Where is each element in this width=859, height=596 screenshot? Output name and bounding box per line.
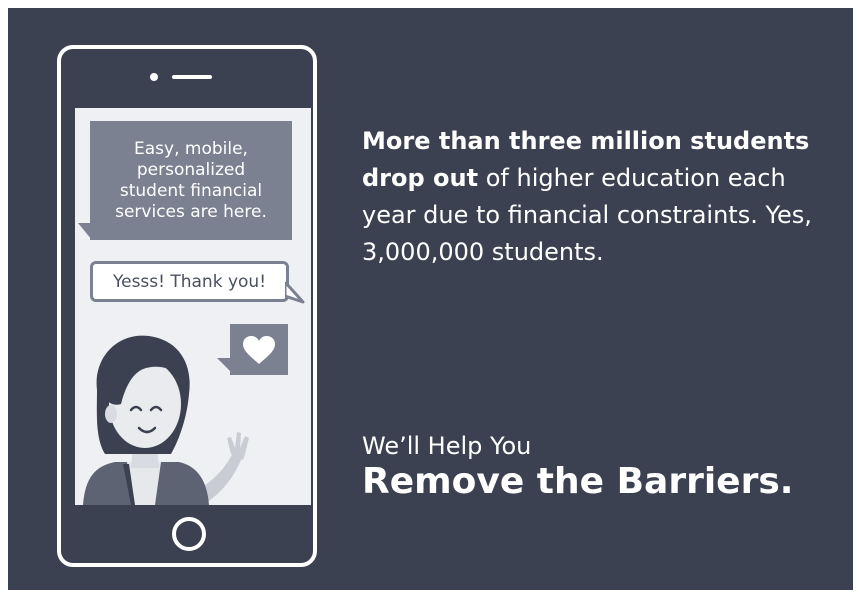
headline-bold-text: More than three million students (362, 127, 810, 155)
reply-message-bubble: Yesss! Thank you! (90, 261, 289, 302)
incoming-message-line: personalized (136, 159, 246, 180)
incoming-message-line: services are here. (115, 201, 267, 222)
phone-illustration: Easy, mobile, personalized student finan… (57, 45, 317, 567)
headline: More than three million students drop ou… (362, 123, 832, 271)
reply-message-text: Yesss! Thank you! (112, 271, 267, 292)
incoming-message-bubble: Easy, mobile, personalized student finan… (90, 121, 292, 240)
tagline-line-1: We’ll Help You (362, 432, 532, 460)
tagline-line-2: Remove the Barriers. (362, 461, 794, 502)
smiling-student-illustration (83, 335, 249, 505)
reply-bubble-tail (285, 282, 305, 304)
incoming-message-line: Easy, mobile, (134, 138, 248, 159)
phone-camera-dot (150, 73, 158, 81)
phone-speaker (172, 75, 212, 79)
home-button-icon (172, 517, 206, 551)
incoming-message-line: student financial (119, 180, 263, 201)
phone-screen: Easy, mobile, personalized student finan… (75, 108, 311, 505)
headline-bold-text: drop out (362, 164, 479, 192)
banner: Easy, mobile, personalized student finan… (8, 8, 853, 590)
